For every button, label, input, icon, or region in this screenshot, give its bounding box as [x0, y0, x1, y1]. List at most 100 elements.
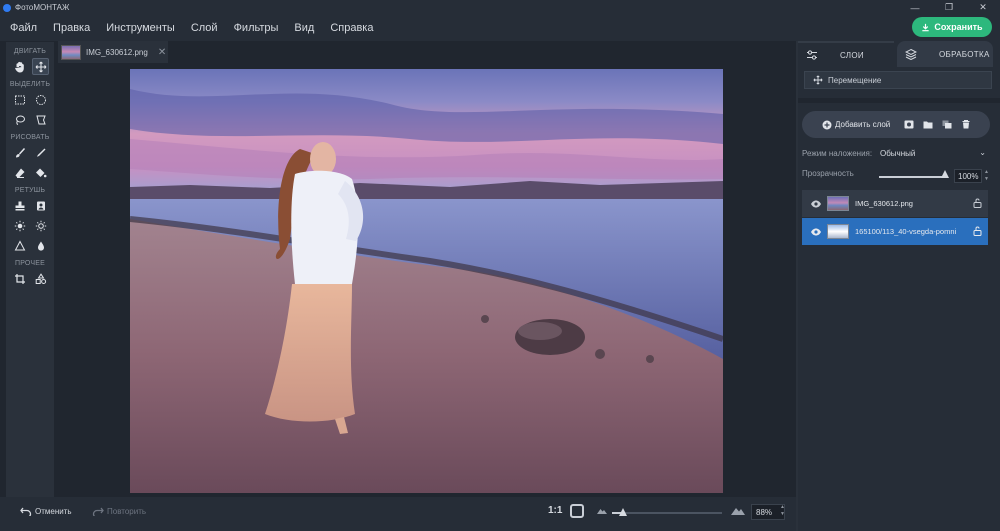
- save-button[interactable]: Сохранить: [912, 17, 992, 37]
- hand-icon: [14, 61, 24, 73]
- brush-icon: [15, 147, 25, 157]
- save-button-label: Сохранить: [934, 22, 983, 32]
- opacity-label: Прозрачность: [802, 169, 854, 178]
- right-panel-tabs: СЛОИ ОБРАБОТКА: [798, 41, 1000, 67]
- menu-view[interactable]: Вид: [294, 22, 314, 34]
- layers-stack-icon: [905, 48, 917, 60]
- canvas-area[interactable]: [58, 63, 796, 497]
- brightness-tool[interactable]: [11, 217, 28, 234]
- menu-edit[interactable]: Правка: [53, 22, 90, 34]
- close-tab-icon[interactable]: ✕: [158, 47, 166, 58]
- crop-icon: [14, 273, 25, 284]
- tab-processing-label: ОБРАБОТКА: [939, 49, 990, 59]
- lasso-tool[interactable]: [11, 111, 28, 128]
- hand-tool[interactable]: [11, 58, 28, 75]
- photo-canvas[interactable]: [130, 69, 723, 493]
- blur-tool[interactable]: [32, 237, 49, 254]
- triangle-icon: [14, 239, 25, 250]
- patch-tool[interactable]: [32, 197, 49, 214]
- tool-group-move: ДВИГАТЬ: [13, 48, 47, 55]
- layer-row[interactable]: IMG_630612.png: [802, 190, 988, 217]
- fill-tool[interactable]: [32, 164, 49, 181]
- layer-thumbnail: [827, 224, 849, 239]
- document-tabs: IMG_630612.png ✕: [56, 41, 796, 63]
- light-outline-icon: [35, 220, 46, 231]
- move-mode-icon: [813, 75, 823, 85]
- rect-select-icon: [14, 95, 25, 104]
- eraser-tool[interactable]: [11, 164, 28, 181]
- stamp-tool[interactable]: [11, 197, 28, 214]
- layer-thumbnail: [827, 196, 849, 211]
- menu-tools[interactable]: Инструменты: [106, 22, 175, 34]
- zoom-slider[interactable]: [612, 508, 722, 516]
- stamp-icon: [15, 201, 24, 210]
- zoom-slider-thumb[interactable]: [619, 508, 627, 516]
- opacity-slider[interactable]: [879, 176, 947, 178]
- crop-tool[interactable]: [11, 270, 28, 287]
- ellipse-select-tool[interactable]: [32, 91, 49, 108]
- menu-help[interactable]: Справка: [330, 22, 373, 34]
- polygon-lasso-tool[interactable]: [32, 111, 49, 128]
- panel-separator: [798, 98, 1000, 103]
- sun-icon: [14, 220, 25, 231]
- unlock-icon[interactable]: [973, 198, 982, 208]
- menu-filters[interactable]: Фильтры: [234, 22, 279, 34]
- blend-mode-label: Режим наложения:: [802, 148, 873, 158]
- minimize-button[interactable]: —: [898, 0, 932, 15]
- trash-icon[interactable]: [961, 120, 971, 129]
- drop-icon: [37, 241, 44, 251]
- layer-mask-icon[interactable]: [904, 120, 914, 129]
- zoom-spinner-icon[interactable]: ▲ ▼: [780, 504, 785, 518]
- close-window-button[interactable]: ✕: [966, 0, 1000, 15]
- layer-row-selected[interactable]: 165100/113_40-vsegda-pomni: [802, 218, 988, 245]
- move-tool[interactable]: [32, 58, 49, 75]
- layers-list: IMG_630612.png 165100/113_40-vsegda-pomn…: [802, 190, 988, 246]
- layer-name: 165100/113_40-vsegda-pomni: [855, 227, 957, 236]
- duplicate-layer-icon[interactable]: [942, 120, 952, 129]
- zoom-in-mountain-icon[interactable]: [731, 504, 745, 515]
- add-layer-button[interactable]: Добавить слой: [822, 120, 890, 130]
- tool-group-other: ПРОЧЕЕ: [14, 260, 46, 267]
- move-mode-label: Перемещение: [828, 75, 882, 85]
- opacity-row: Прозрачность 100% ▲ ▼: [802, 169, 990, 183]
- layer-toolbar: Добавить слой: [802, 111, 990, 138]
- tab-layers[interactable]: СЛОИ: [798, 41, 894, 67]
- sharpen-tool[interactable]: [11, 237, 28, 254]
- brush-tool[interactable]: [11, 144, 28, 161]
- photo-editor-window: ФотоМОНТАЖ — ❐ ✕ Файл Правка Инструменты…: [0, 0, 1000, 531]
- opacity-spinner-icon[interactable]: ▲ ▼: [984, 169, 989, 183]
- fit-to-screen-icon[interactable]: [570, 504, 584, 518]
- unlock-icon[interactable]: [973, 226, 982, 236]
- menu-bar: Файл Правка Инструменты Слой Фильтры Вид…: [0, 15, 1000, 41]
- maximize-button[interactable]: ❐: [932, 0, 966, 15]
- opacity-slider-thumb[interactable]: [941, 170, 949, 178]
- menu-file[interactable]: Файл: [10, 22, 37, 34]
- title-bar: ФотоМОНТАЖ — ❐ ✕: [0, 0, 1000, 15]
- pencil-icon: [36, 148, 45, 157]
- tab-layers-label: СЛОИ: [840, 50, 864, 60]
- tool-group-select: ВЫДЕЛИТЬ: [9, 81, 51, 88]
- folder-icon[interactable]: [923, 120, 933, 129]
- document-tab[interactable]: IMG_630612.png ✕: [58, 41, 168, 63]
- rect-select-tool[interactable]: [11, 91, 28, 108]
- tab-processing[interactable]: ОБРАБОТКА: [897, 41, 993, 67]
- patch-icon: [36, 201, 45, 210]
- blend-mode-value: Обычный: [880, 148, 916, 158]
- eye-icon[interactable]: [810, 226, 822, 238]
- shapes-tool[interactable]: [32, 270, 49, 287]
- zoom-out-mountain-icon[interactable]: [597, 506, 607, 514]
- pencil-tool[interactable]: [32, 144, 49, 161]
- move-mode-field[interactable]: Перемещение: [804, 71, 992, 89]
- undo-icon: [20, 507, 32, 516]
- blend-mode-select[interactable]: Обычный ⌄: [877, 146, 990, 160]
- redo-button[interactable]: Повторить: [92, 507, 146, 516]
- app-title: ФотоМОНТАЖ: [15, 3, 70, 12]
- sliders-icon: [807, 50, 817, 60]
- eye-icon[interactable]: [810, 198, 822, 210]
- menu-layer[interactable]: Слой: [191, 22, 218, 34]
- undo-button[interactable]: Отменить: [20, 507, 72, 516]
- actual-size-button[interactable]: 1:1: [548, 505, 562, 516]
- light-tool[interactable]: [32, 217, 49, 234]
- opacity-value-field[interactable]: 100%: [954, 169, 982, 183]
- polygon-lasso-icon: [35, 115, 46, 124]
